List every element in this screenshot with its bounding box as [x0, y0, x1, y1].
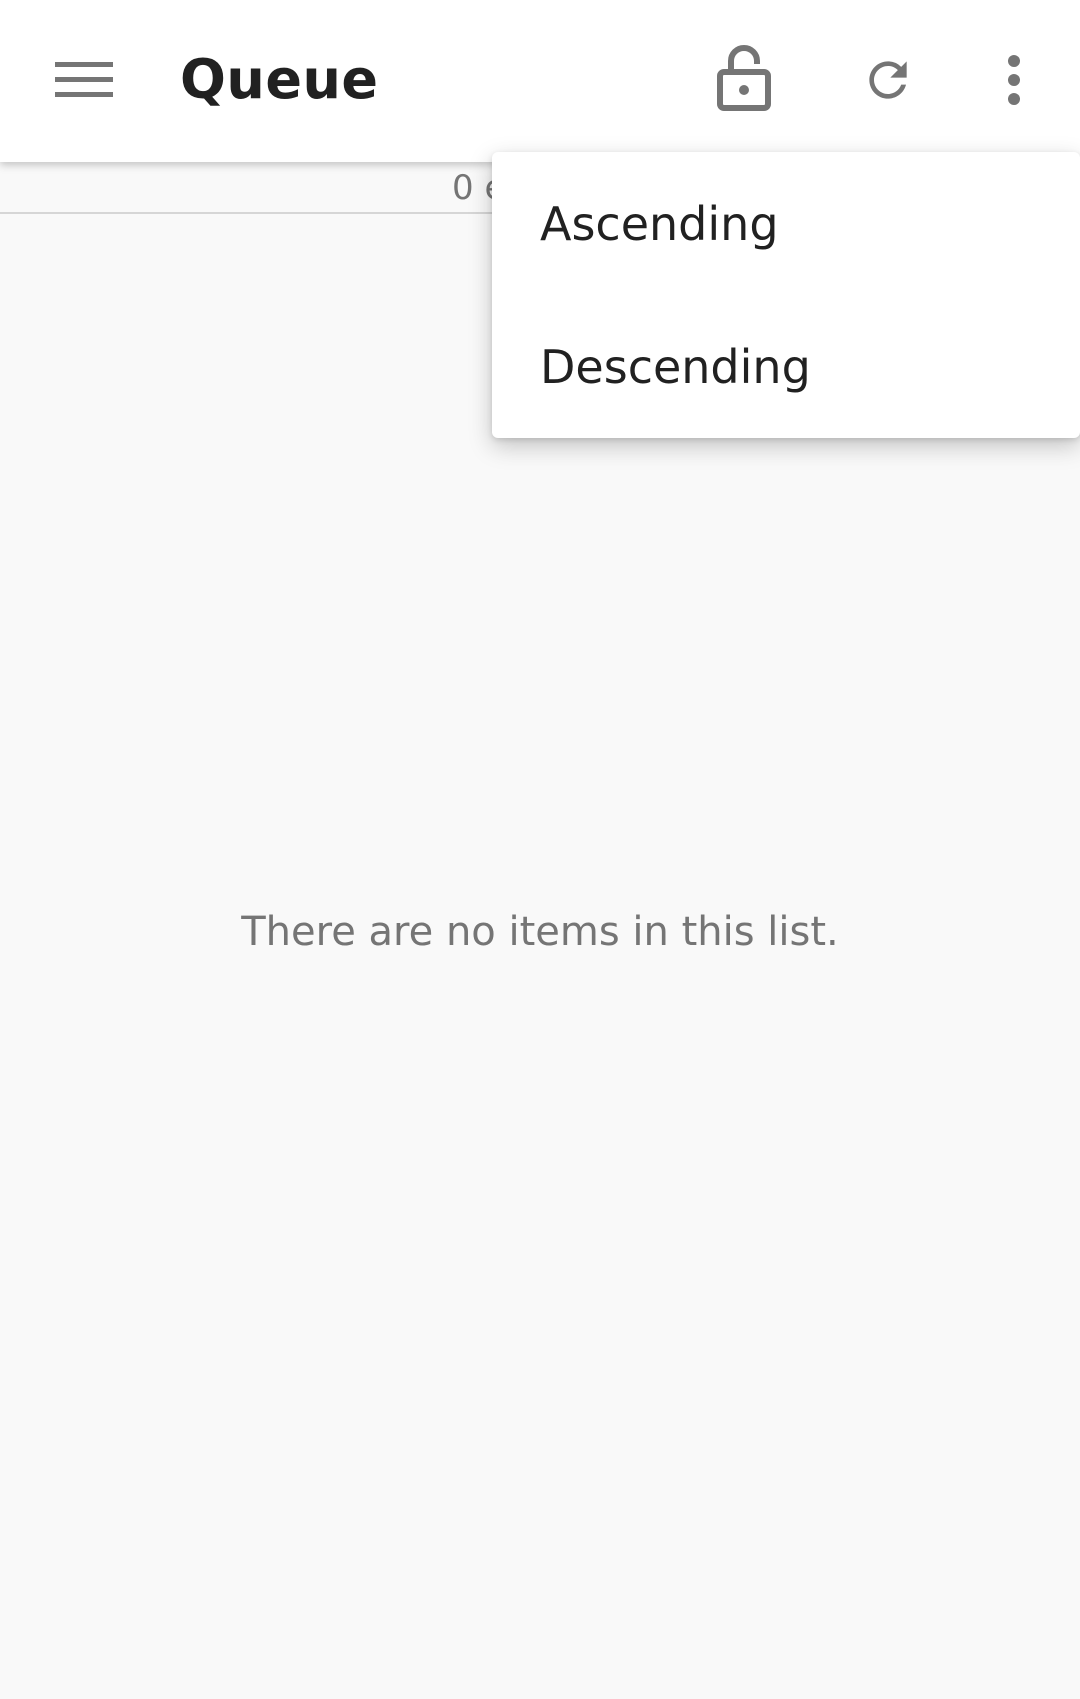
- menu-icon[interactable]: [44, 48, 124, 112]
- app-toolbar: Queue: [0, 0, 1080, 162]
- lock-open-icon[interactable]: [706, 40, 782, 116]
- refresh-icon[interactable]: [848, 40, 928, 120]
- empty-list-message: There are no items in this list.: [241, 909, 839, 955]
- sort-order-menu: Ascending Descending: [492, 152, 1080, 438]
- page-title: Queue: [180, 48, 379, 111]
- more-vert-icon[interactable]: [990, 44, 1038, 116]
- menu-item-descending[interactable]: Descending: [492, 295, 1080, 438]
- menu-item-ascending[interactable]: Ascending: [492, 152, 1080, 295]
